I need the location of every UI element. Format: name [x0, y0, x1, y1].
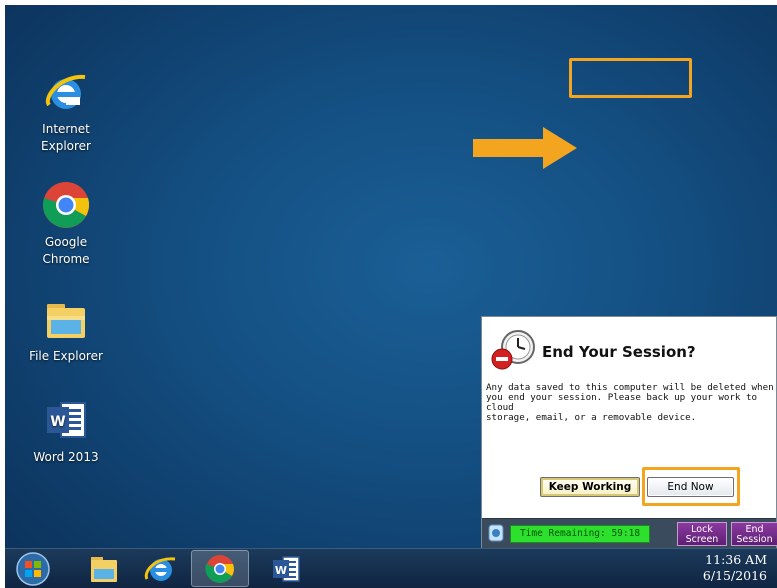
desktop-icon-label: Word 2013 [33, 450, 99, 464]
arrow-right-icon [473, 127, 577, 169]
folder-icon [91, 557, 117, 582]
time-remaining: Time Remaining: 59:18 [510, 525, 650, 543]
internet-explorer-icon [144, 557, 176, 581]
taskbar-word[interactable]: W [261, 552, 313, 586]
end-session-dialog: End Your Session? Any data saved to this… [481, 316, 777, 549]
lock-screen-button[interactable]: Lock Screen [677, 522, 727, 546]
start-button[interactable] [13, 551, 53, 587]
desktop-icon-file-explorer[interactable]: File Explorer [16, 294, 116, 365]
desktop-icon-label: Internet Explorer [41, 122, 91, 153]
folder-icon [41, 294, 91, 344]
clock-date: 6/15/2016 [702, 568, 767, 583]
keep-working-button[interactable]: Keep Working [540, 477, 640, 497]
clock-time: 11:36 AM [705, 552, 767, 567]
word-icon: W [41, 395, 91, 445]
system-clock[interactable]: 11:36 AM 6/15/2016 [703, 552, 767, 584]
desktop-icon-label: Google Chrome [42, 235, 90, 266]
desktop-icon-google-chrome[interactable]: Google Chrome [16, 180, 116, 268]
svg-text:W: W [50, 414, 65, 430]
session-bar: Time Remaining: 59:18 Lock Screen End Se… [482, 518, 777, 548]
internet-explorer-icon [41, 67, 91, 117]
taskbar-file-explorer[interactable] [77, 552, 129, 586]
windows-orb-icon [16, 552, 50, 586]
taskbar: W 11:36 AM 6/15/2016 [5, 548, 777, 588]
end-now-button[interactable]: End Now [647, 477, 734, 497]
session-status-icon [488, 524, 504, 542]
taskbar-chrome[interactable] [191, 550, 249, 587]
desktop-icon-word-2013[interactable]: W Word 2013 [16, 395, 116, 466]
desktop-icon-internet-explorer[interactable]: Internet Explorer [16, 67, 116, 155]
desktop-icon-label: File Explorer [29, 349, 103, 363]
chrome-icon [205, 555, 234, 583]
dialog-header: End Your Session? [482, 317, 776, 375]
end-session-button[interactable]: End Session [731, 522, 777, 546]
highlight-box [569, 58, 692, 98]
taskbar-internet-explorer[interactable] [135, 552, 187, 586]
word-icon: W [273, 556, 300, 582]
chrome-icon [41, 180, 91, 230]
desktop: Internet Explorer Google Chrome File Exp [5, 5, 777, 588]
dialog-message: Any data saved to this computer will be … [486, 382, 774, 423]
svg-text:W: W [275, 564, 287, 577]
clock-stop-icon [491, 330, 535, 370]
dialog-title: End Your Session? [542, 343, 696, 361]
